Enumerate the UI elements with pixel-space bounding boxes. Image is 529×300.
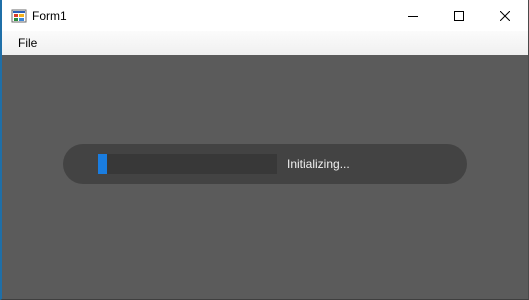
close-icon (500, 10, 510, 21)
progress-fill (98, 154, 107, 174)
minimize-icon (408, 15, 418, 17)
progress-track (98, 154, 277, 174)
close-button[interactable] (482, 0, 528, 31)
maximize-icon (454, 10, 464, 21)
loading-panel: Initializing... (63, 144, 467, 184)
menu-file[interactable]: File (10, 34, 45, 52)
client-area: Initializing... (2, 55, 528, 299)
maximize-button[interactable] (436, 0, 482, 31)
window-title: Form1 (32, 9, 67, 23)
menu-bar: File (2, 31, 528, 55)
status-label: Initializing... (287, 157, 350, 171)
winforms-app-icon (11, 9, 27, 23)
app-window: Form1 File Initializing... (0, 0, 529, 300)
minimize-button[interactable] (390, 0, 436, 31)
title-bar[interactable]: Form1 (2, 0, 528, 31)
